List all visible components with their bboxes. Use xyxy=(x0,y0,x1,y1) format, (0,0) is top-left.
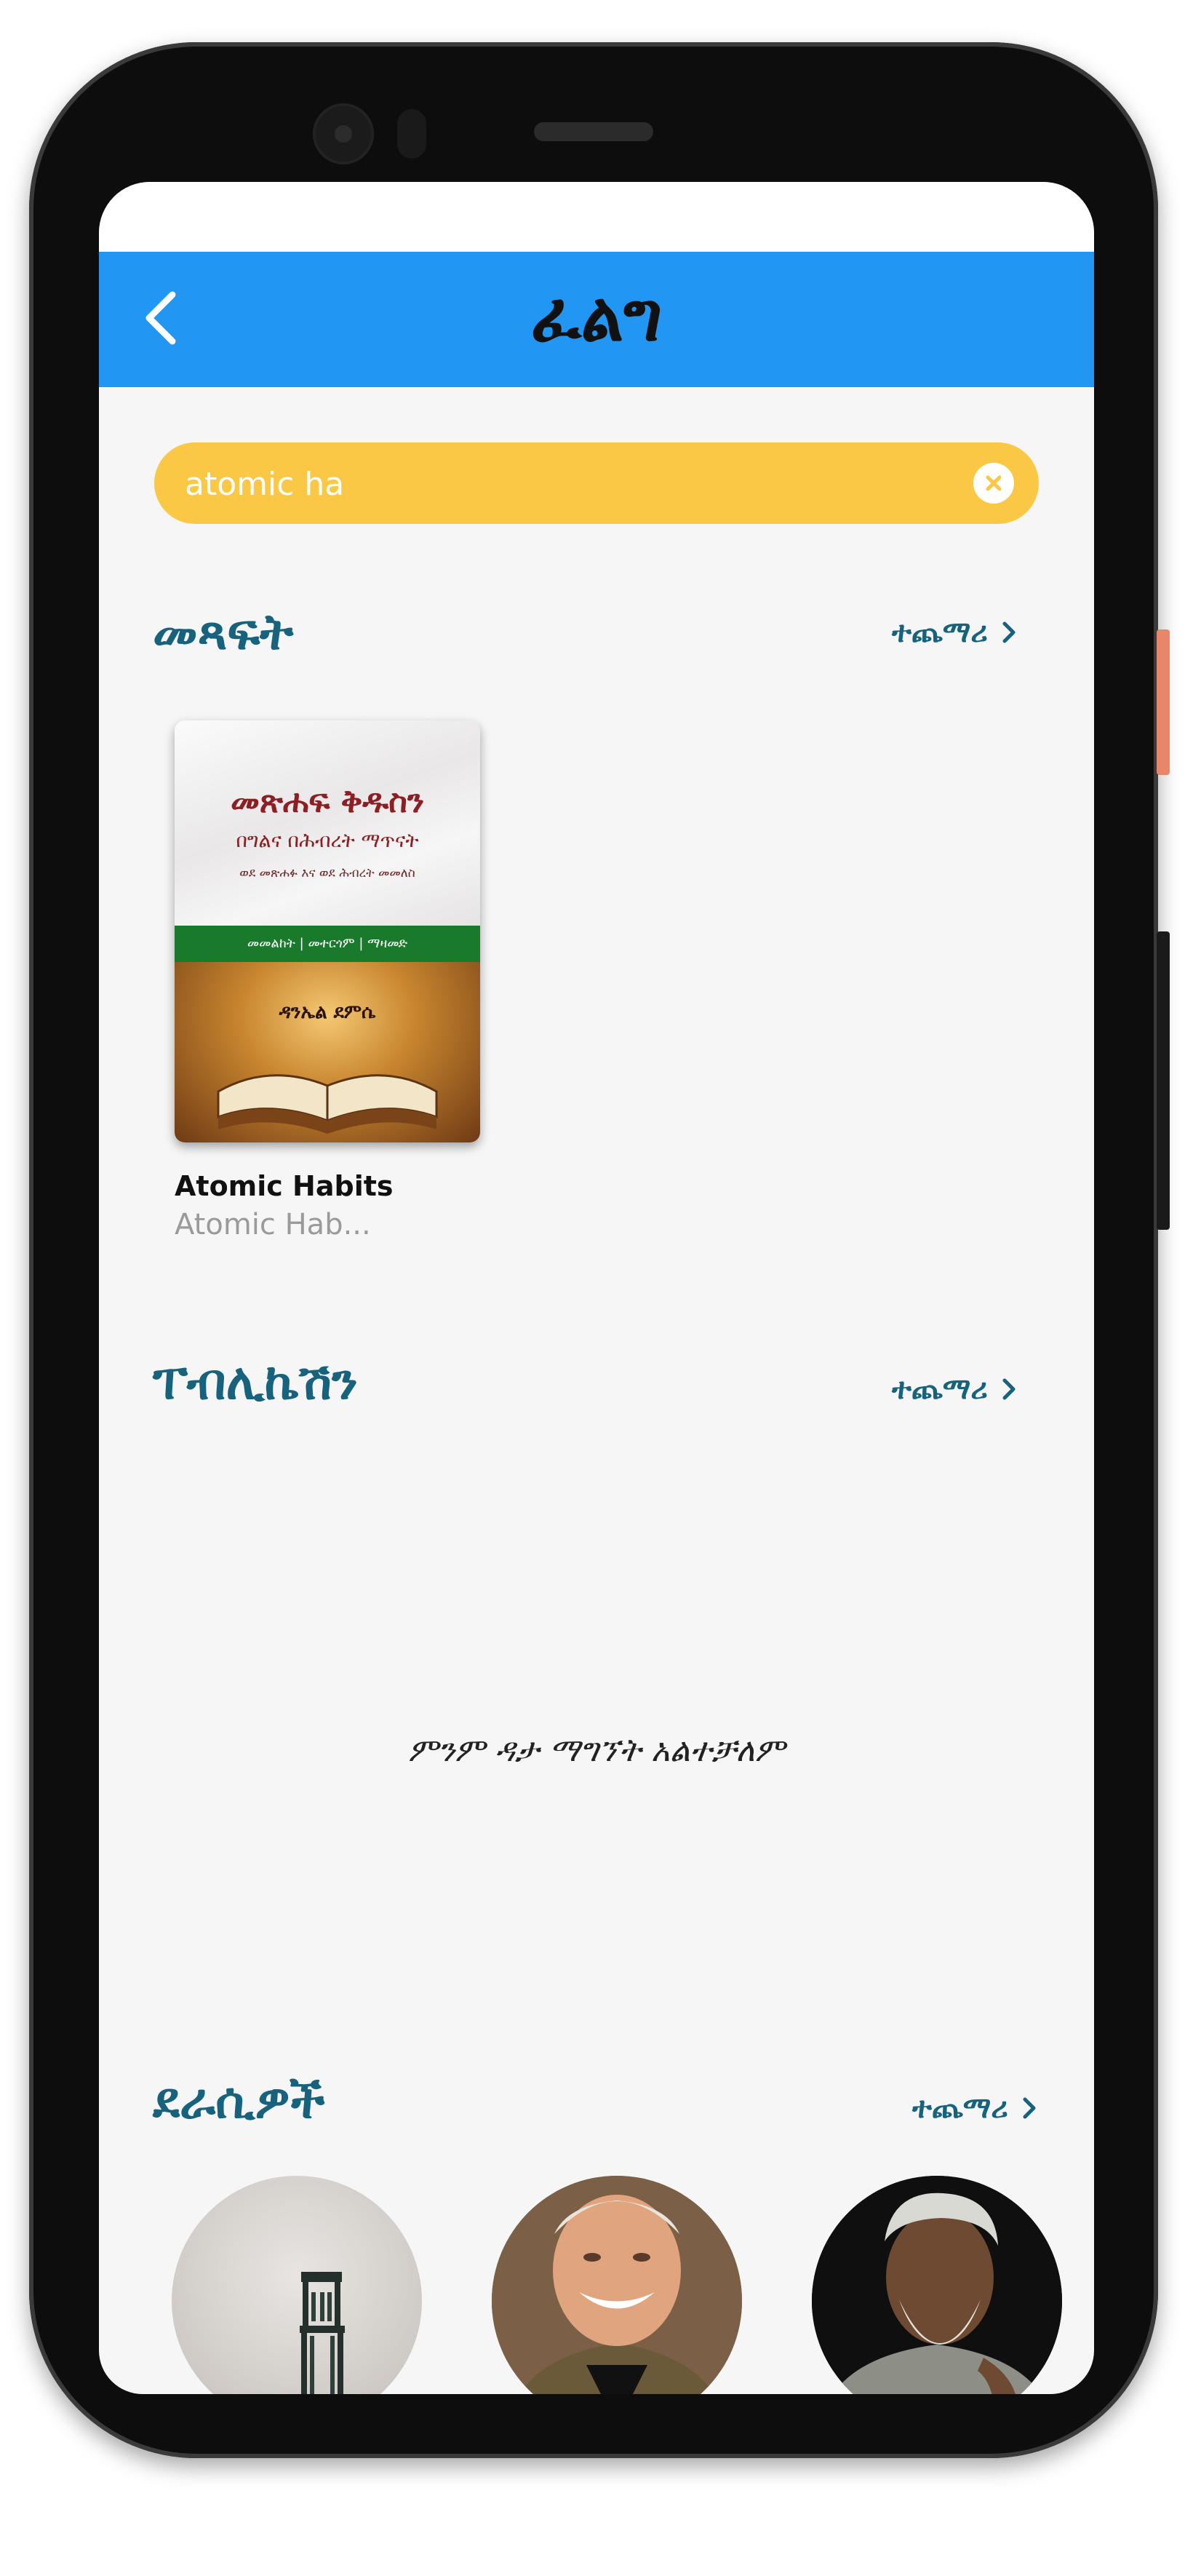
cover-subtitle: በግልና በሕብረት ማጥናት xyxy=(236,830,419,852)
search-bar xyxy=(154,442,1039,524)
cover-illustration: ዳንኤል ደምሴ xyxy=(175,962,480,1142)
book-subtitle: Atomic Hab... xyxy=(175,1208,371,1241)
author-avatar[interactable] xyxy=(172,2176,422,2394)
power-button xyxy=(1157,629,1170,775)
chair-image xyxy=(300,2272,345,2394)
proximity-sensor xyxy=(397,109,426,159)
author-avatar[interactable] xyxy=(812,2176,1062,2394)
empty-state-message: ምንም ዳታ ማግኘት አልተቻለም xyxy=(408,1732,785,1769)
earpiece-speaker xyxy=(534,122,653,141)
chevron-right-icon xyxy=(1002,621,1016,643)
more-label: ተጨማሪ xyxy=(892,616,988,649)
cover-title: መጽሐፍ ቅዱስን xyxy=(230,783,425,820)
cover-band: መመልከት | መተርጎም | ማዛመድ xyxy=(175,926,480,962)
app-screen: ፈልግ መጻፍት ተጨማሪ መጽሐፍ ቅዱስን በግልና በሕብረት ማጥናት … xyxy=(99,182,1094,2394)
cover-author: ዳንኤል ደምሴ xyxy=(279,1001,376,1023)
more-label: ተጨማሪ xyxy=(912,2091,1008,2125)
page-title: ፈልግ xyxy=(530,278,663,356)
publications-more-link[interactable]: ተጨማሪ xyxy=(892,1372,1017,1406)
clear-search-button[interactable] xyxy=(973,463,1014,504)
book-cover: መጽሐፍ ቅዱስን በግልና በሕብረት ማጥናት ወደ መጽሐፉ እና ወደ … xyxy=(175,720,480,1142)
book-card[interactable]: መጽሐፍ ቅዱስን በግልና በሕብረት ማጥናት ወደ መጽሐፉ እና ወደ … xyxy=(175,720,480,1241)
chevron-right-icon xyxy=(1002,1378,1016,1400)
authors-more-link[interactable]: ተጨማሪ xyxy=(912,2091,1037,2125)
book-title: Atomic Habits xyxy=(175,1170,394,1202)
status-bar xyxy=(99,182,1094,252)
books-more-link[interactable]: ተጨማሪ xyxy=(892,616,1017,649)
cover-top xyxy=(175,720,480,926)
volume-button xyxy=(1157,931,1170,1230)
more-label: ተጨማሪ xyxy=(892,1372,988,1406)
open-book-icon xyxy=(217,1074,438,1134)
search-input[interactable] xyxy=(183,457,943,511)
chevron-right-icon xyxy=(1023,2097,1036,2119)
cover-small-text: ወደ መጽሐፉ እና ወደ ሕብረት መመለስ xyxy=(239,866,415,880)
close-icon xyxy=(986,475,1002,491)
authors-section-title: ደራሲዎች xyxy=(153,2072,325,2130)
publications-section-title: ፐብሊኬሽን xyxy=(153,1353,358,1411)
author-avatar[interactable] xyxy=(492,2176,742,2394)
books-section-title: መጻፍት xyxy=(153,604,294,661)
author-photo xyxy=(812,2176,1062,2394)
author-photo xyxy=(492,2176,742,2394)
front-camera xyxy=(313,103,374,164)
app-bar: ፈልግ xyxy=(99,252,1094,387)
